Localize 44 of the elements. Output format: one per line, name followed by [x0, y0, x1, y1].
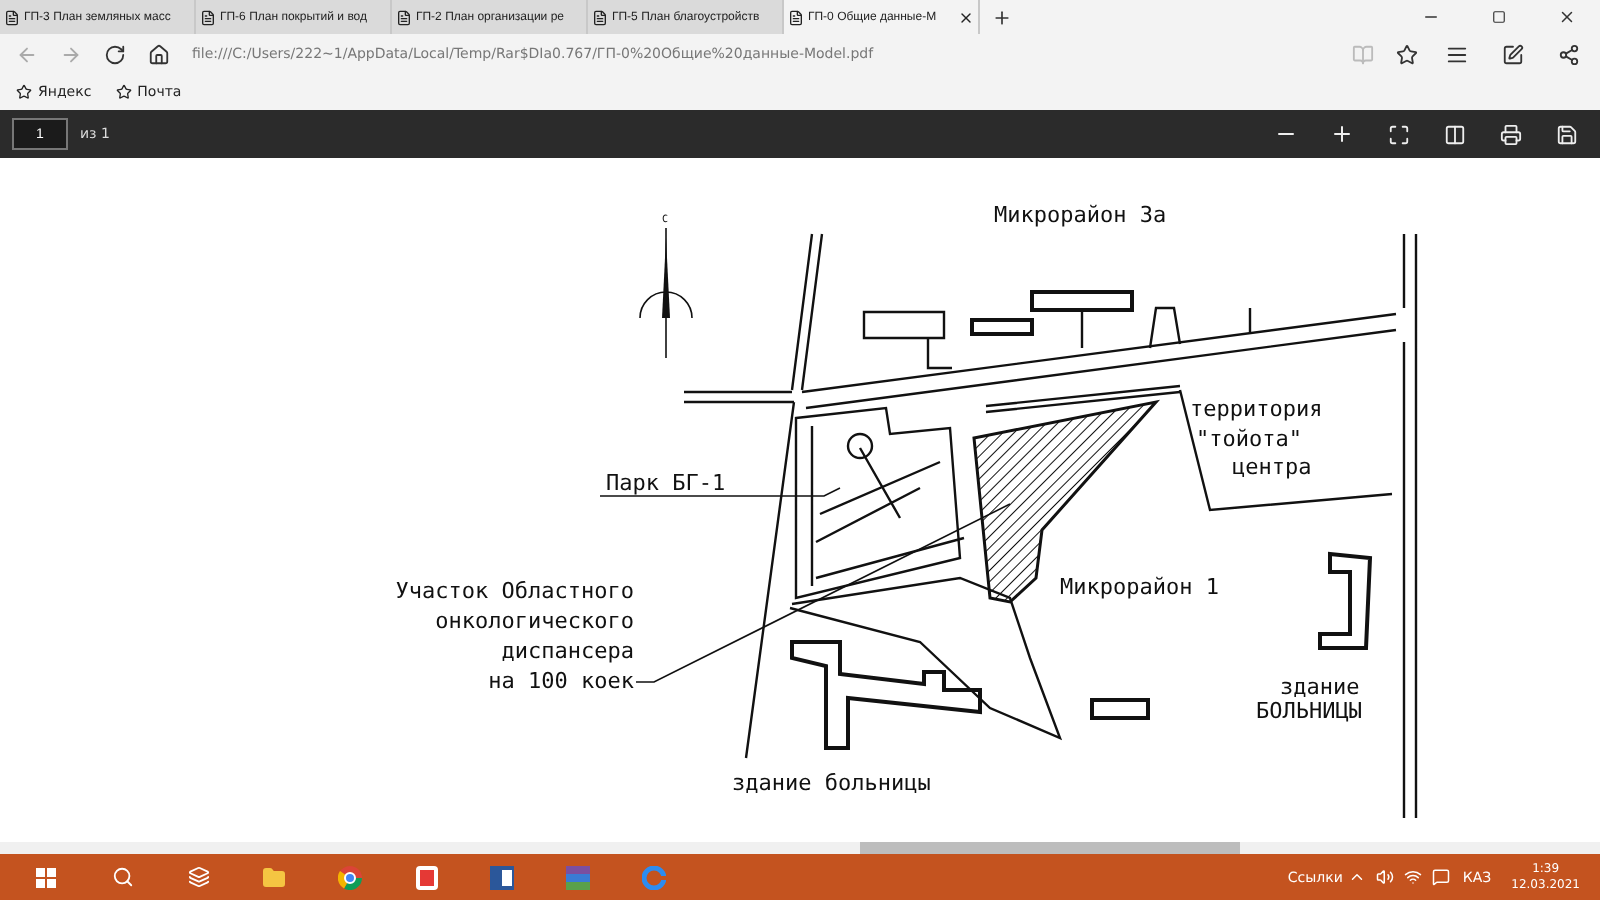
map-label: здание: [1280, 674, 1360, 700]
maximize-icon: [1491, 10, 1505, 24]
search-icon: [111, 866, 133, 888]
scrollbar-thumb[interactable]: [860, 842, 1240, 854]
document-icon: [200, 9, 216, 25]
map-label: Микрорайон 3а: [994, 202, 1167, 228]
chevron-up-icon: [1347, 868, 1366, 886]
back-arrow-icon: [15, 43, 37, 65]
close-icon: [1557, 8, 1575, 26]
star-icon: [16, 84, 32, 100]
map-label: диспансера: [501, 638, 634, 664]
close-icon[interactable]: [958, 9, 974, 25]
book-icon: [1351, 43, 1373, 65]
save-icon: [1555, 123, 1577, 145]
north-arrow-icon: [639, 227, 693, 359]
task-view-icon: [187, 866, 209, 888]
map-label: онкологического: [435, 608, 634, 634]
printer-icon: [1499, 123, 1521, 145]
document-icon: [4, 9, 20, 25]
fit-page-icon: [1387, 123, 1409, 145]
plus-icon: [992, 7, 1012, 27]
windows-logo-icon: [36, 867, 56, 887]
map-label: Микрорайон 1: [1060, 574, 1219, 600]
plus-icon: [1330, 122, 1354, 146]
document-icon: [788, 9, 804, 25]
document-icon: [592, 9, 608, 25]
share-icon: [1557, 43, 1579, 65]
map-label: Парк БГ-1: [606, 470, 726, 496]
map-label: "тойота": [1196, 426, 1302, 452]
forward-arrow-icon: [59, 43, 81, 65]
refresh-icon: [103, 43, 125, 65]
star-icon: [1395, 43, 1417, 65]
map-label: БОЛЬНИЦЫ: [1256, 698, 1362, 724]
two-page-icon: [1443, 123, 1465, 145]
map-label: территория: [1190, 396, 1323, 422]
map-label: здание больницы: [732, 770, 931, 796]
map-label: Участок Областного: [395, 578, 634, 604]
menu-icon: [1445, 43, 1467, 65]
star-icon: [115, 84, 132, 100]
home-icon: [147, 43, 169, 65]
map-label: центра: [1232, 454, 1312, 480]
document-icon: [396, 9, 412, 25]
pen-icon: [1501, 43, 1523, 65]
map-label: на 100 коек: [488, 668, 634, 694]
